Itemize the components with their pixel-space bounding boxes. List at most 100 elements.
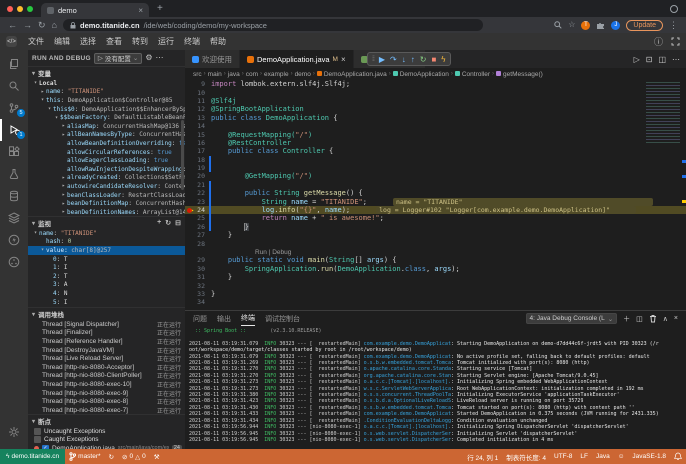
code-line[interactable]: 27 } — [185, 231, 686, 239]
maximize-panel-icon[interactable]: ∧ — [663, 315, 668, 323]
variable-row[interactable]: ▸alreadyCreated: Collections$SetFromMap@… — [28, 174, 185, 183]
breadcrumb-item[interactable]: getMessage() — [496, 71, 543, 78]
code-line[interactable]: 13public class DemoApplication { — [185, 114, 686, 122]
thread-row[interactable]: Thread [Live Reload Server]正在运行 — [28, 354, 185, 363]
browser-profile-icon[interactable] — [670, 5, 678, 13]
breakpoint-row[interactable]: ✓DemoApplication.javasrc/main/java/com/e… — [28, 444, 185, 449]
restart-icon[interactable]: ↻ — [420, 55, 427, 64]
feedback-smiley-icon[interactable]: ☺ — [614, 453, 629, 460]
variable-row[interactable]: allowRawInjectionDespiteWrapping: false — [28, 165, 185, 174]
git-branch-status[interactable]: master* — [65, 452, 104, 461]
cursor-position[interactable]: 行 24, 列 1 — [463, 452, 502, 462]
code-line[interactable]: 15 @RequestMapping("/") — [185, 130, 686, 138]
home-icon[interactable]: ⌂ — [52, 21, 57, 30]
activitybar-live-power[interactable] — [0, 229, 28, 251]
sidebar-more-icon[interactable]: ⋯ — [156, 54, 164, 62]
tab-debug-console[interactable]: 调试控制台 — [265, 312, 300, 326]
breadcrumb[interactable]: src›main›java›com›example›demo›DemoAppli… — [185, 68, 686, 80]
update-button[interactable]: Update — [626, 20, 663, 31]
minimize-window-icon[interactable] — [17, 6, 23, 12]
split-editor-icon[interactable]: ◫ — [658, 55, 666, 64]
callstack-header[interactable]: ▾调用堆栈 — [28, 308, 185, 320]
editor-more-icon[interactable]: ⋯ — [672, 55, 680, 64]
code-line[interactable]: 16 @RestController — [185, 139, 686, 147]
stop-icon[interactable]: ■ — [431, 55, 436, 64]
thread-row[interactable]: Thread [DestroyJavaVM]正在运行 — [28, 346, 185, 355]
language-status[interactable]: Java — [592, 453, 614, 460]
close-window-icon[interactable] — [7, 6, 13, 12]
add-watch-icon[interactable]: + — [157, 219, 161, 227]
split-terminal-icon[interactable]: ◫ — [636, 315, 643, 323]
close-tab-icon[interactable]: × — [341, 55, 346, 64]
code-line[interactable]: 33} — [185, 290, 686, 298]
close-panel-icon[interactable]: × — [674, 315, 678, 322]
eol-status[interactable]: LF — [576, 453, 592, 460]
breadcrumb-item[interactable]: demo — [295, 71, 311, 78]
back-icon[interactable]: ← — [8, 21, 17, 30]
step-out-icon[interactable]: ↑ — [411, 55, 415, 64]
reload-icon[interactable]: ↻ — [38, 21, 46, 30]
breadcrumb-item[interactable]: Controller — [455, 71, 490, 78]
menu-item[interactable]: 终端 — [179, 35, 205, 48]
breadcrumb-item[interactable]: example — [264, 71, 289, 78]
breakpoint-checkbox[interactable]: ✓ — [42, 445, 49, 449]
hot-code-replace-icon[interactable]: ϟ — [441, 55, 445, 64]
menu-item[interactable]: 转到 — [127, 35, 153, 48]
forward-icon[interactable]: → — [23, 21, 32, 30]
code-line[interactable]: 17 public class Controller { — [185, 147, 686, 155]
activitybar-database[interactable] — [0, 185, 28, 207]
avatar-j[interactable]: J — [611, 21, 620, 30]
activitybar-explorer[interactable] — [0, 53, 28, 75]
activitybar-target[interactable] — [0, 251, 28, 273]
watch-header[interactable]: ▾监视 + ↻ ⊟ — [28, 217, 185, 229]
thread-row[interactable]: Thread [http-nio-8080-exec-7]正在运行 — [28, 406, 185, 414]
close-tab-icon[interactable]: × — [138, 6, 143, 15]
variable-row[interactable]: 4: N — [28, 289, 185, 298]
thread-row[interactable]: Thread [http-nio-8080-Acceptor]正在运行 — [28, 363, 185, 372]
breadcrumb-item[interactable]: java — [228, 71, 240, 78]
variable-row[interactable]: ▸allBeanNamesByType: ConcurrentHashMap@1… — [28, 131, 185, 140]
variable-row[interactable]: allowBeanDefinitionOverriding: false — [28, 139, 185, 148]
variable-row[interactable]: ▾$$beanFactory: DefaultListableBeanFacto… — [28, 113, 185, 122]
tools-status[interactable]: ⚒ — [150, 453, 164, 461]
problems-status[interactable]: ⊘0 △0 — [118, 453, 150, 461]
search-icon[interactable] — [554, 21, 562, 29]
debug-gear-icon[interactable]: ⚙ — [145, 54, 152, 62]
variable-row[interactable]: 5: I — [28, 298, 185, 307]
menu-item[interactable]: 帮助 — [205, 35, 231, 48]
code-line[interactable]: 20 @GetMapping("/") — [185, 172, 686, 180]
terminal-output[interactable]: :: Spring Boot :: (v2.3.10.RELEASE) 2021… — [185, 326, 686, 449]
code-editor[interactable]: 9import lombok.extern.slf4j.Slf4j;1011@S… — [185, 80, 686, 310]
run-file-icon[interactable]: ▷ — [634, 55, 640, 64]
code-line[interactable]: 31 } — [185, 273, 686, 281]
menu-item[interactable]: 查看 — [101, 35, 127, 48]
tab-welcome[interactable]: 欢迎使用 — [185, 50, 240, 68]
tab-demoapplication[interactable]: DemoApplication.java M × — [240, 50, 354, 68]
variable-row[interactable]: ▾this$0: DemoApplication$$EnhancerBySpri… — [28, 105, 185, 114]
variable-row[interactable]: ▸autowireCandidateResolver: ContextAnnot… — [28, 182, 185, 191]
breakpoint-row[interactable]: Uncaught Exceptions — [28, 427, 185, 436]
thread-row[interactable]: Thread [Finalizer]正在运行 — [28, 329, 185, 338]
variable-row[interactable]: ▸beanClassLoader: RestartClassLoader@140 — [28, 191, 185, 200]
code-line[interactable]: 19 — [185, 164, 686, 172]
menu-item[interactable]: 编辑 — [49, 35, 75, 48]
tab-problems[interactable]: 问题 — [193, 312, 207, 326]
code-line[interactable]: 26 } — [185, 223, 686, 231]
variable-row[interactable]: 2: T — [28, 272, 185, 281]
menu-item[interactable]: 运行 — [153, 35, 179, 48]
variable-row[interactable]: ▾this: DemoApplication$Controller@85 — [28, 96, 185, 105]
bookmark-star-icon[interactable]: ☆ — [568, 21, 575, 29]
menu-item[interactable]: 选择 — [75, 35, 101, 48]
code-line[interactable]: 10 — [185, 88, 686, 96]
variable-row[interactable]: ▾value: char[8]@257 — [28, 246, 185, 255]
variable-row[interactable]: allowEagerClassLoading: true — [28, 156, 185, 165]
code-line[interactable]: 23 String name = "TITANIDE";name = "TITA… — [185, 197, 686, 205]
extensions-puzzle-icon[interactable] — [596, 21, 605, 30]
minimap[interactable] — [646, 82, 680, 144]
browser-tab[interactable]: demo × — [41, 3, 149, 17]
menu-item[interactable]: 文件 — [23, 35, 49, 48]
window-controls[interactable] — [7, 6, 33, 12]
code-line[interactable]: 30 SpringApplication.run(DemoApplication… — [185, 265, 686, 273]
activitybar-settings-gear[interactable] — [0, 421, 28, 443]
toolbar-grip-icon[interactable]: ⁞⁞ — [372, 56, 374, 63]
